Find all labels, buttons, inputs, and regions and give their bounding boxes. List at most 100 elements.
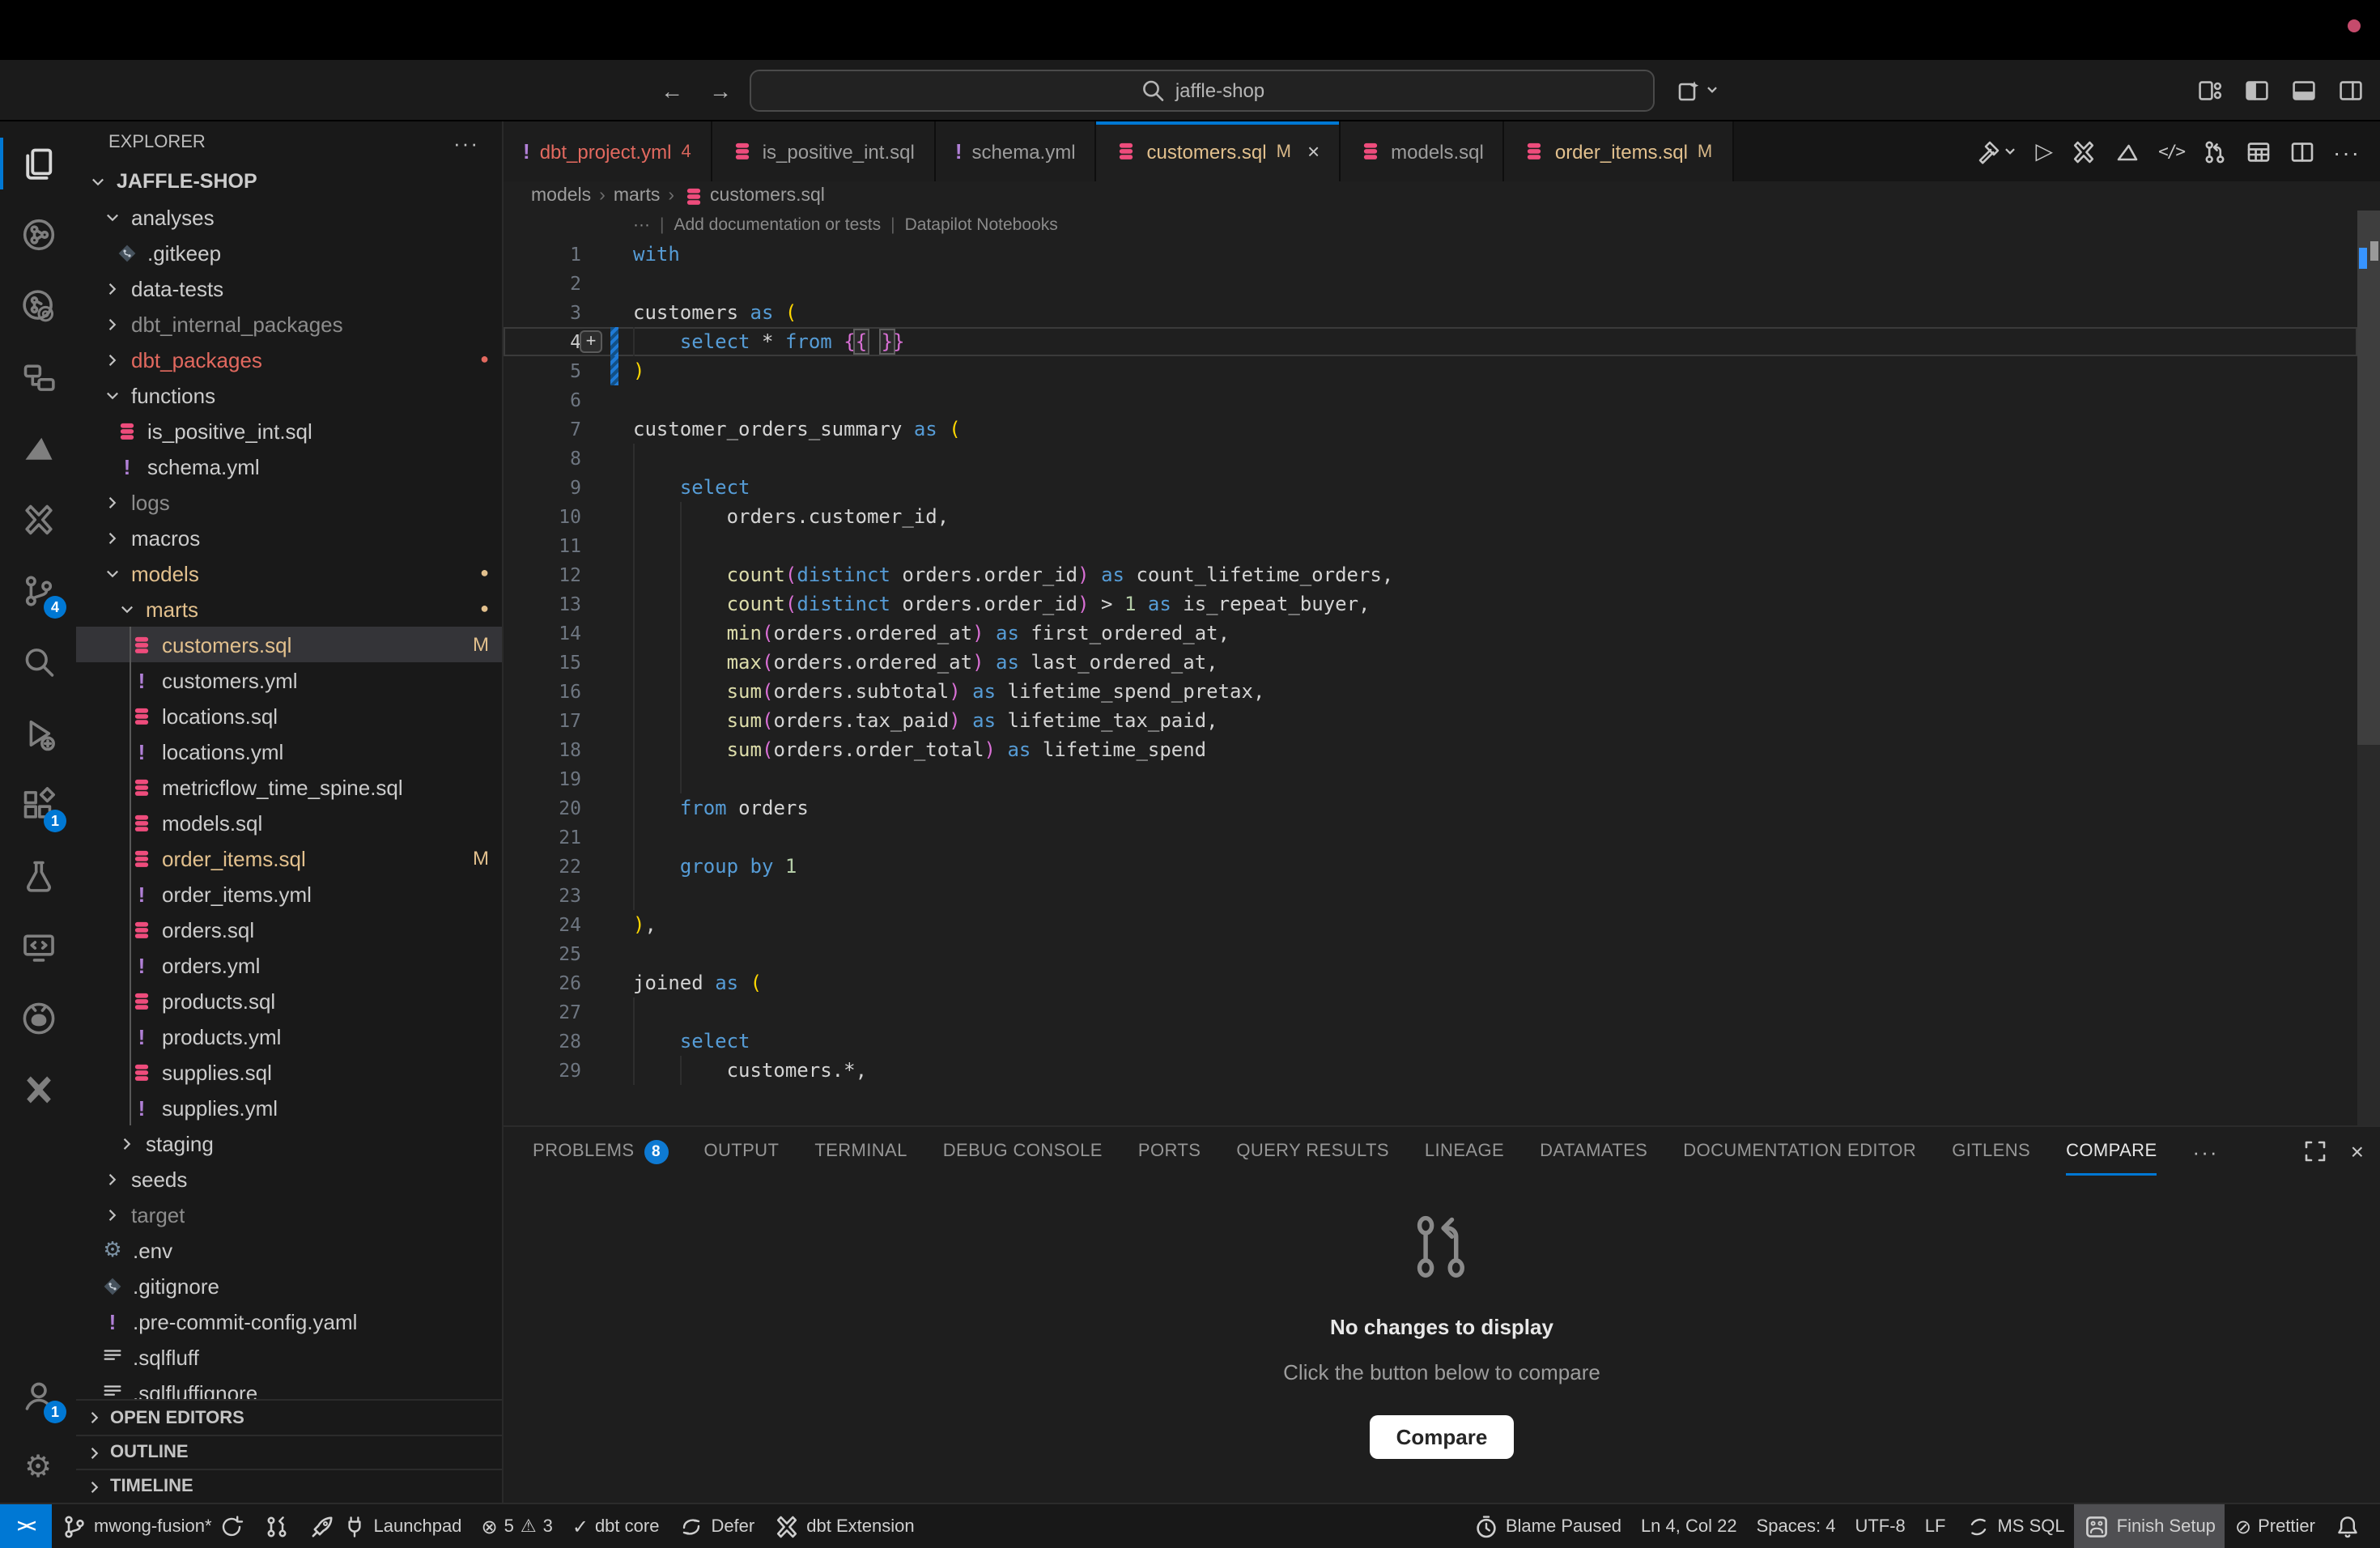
code-line[interactable]: 5) — [504, 356, 2357, 385]
status-git-branch[interactable]: mwong-fusion* — [52, 1504, 254, 1548]
code-line[interactable]: 18 sum(orders.order_total) as lifetime_s… — [504, 735, 2357, 764]
tree-item-data-tests[interactable]: data-tests — [76, 270, 502, 306]
close-icon[interactable]: × — [1307, 139, 1320, 164]
tree-item-is_positive_int.sql[interactable]: is_positive_int.sql — [76, 413, 502, 449]
tree-item-order_items.sql[interactable]: order_items.sqlM — [76, 840, 502, 876]
tree-item-locations.yml[interactable]: !locations.yml — [76, 734, 502, 769]
tree-item-target[interactable]: target — [76, 1197, 502, 1232]
codelens-link[interactable]: Datapilot Notebooks — [905, 211, 1058, 240]
tree-item-macros[interactable]: macros — [76, 520, 502, 555]
tree-item-supplies.yml[interactable]: !supplies.yml — [76, 1090, 502, 1125]
panel-tab-output[interactable]: OUTPUT — [703, 1127, 779, 1176]
codelens-link[interactable]: ··· — [633, 211, 650, 240]
history-back-button[interactable]: ← — [661, 77, 683, 103]
code-line[interactable]: 10 orders.customer_id, — [504, 502, 2357, 531]
code-line[interactable]: 17 sum(orders.tax_paid) as lifetime_tax_… — [504, 706, 2357, 735]
tree-item-products.yml[interactable]: !products.yml — [76, 1019, 502, 1054]
tree-item-supplies.sql[interactable]: supplies.sql — [76, 1054, 502, 1090]
tree-item-seeds[interactable]: seeds — [76, 1161, 502, 1197]
tab-customers.sql[interactable]: customers.sqlM× — [1097, 121, 1341, 181]
code-line[interactable]: 15 max(orders.ordered_at) as last_ordere… — [504, 648, 2357, 677]
status-defer[interactable]: Defer — [669, 1504, 764, 1548]
toggle-panel-bottom-icon[interactable] — [2291, 77, 2317, 103]
tree-item-.pre-commit-config.yaml[interactable]: !.pre-commit-config.yaml — [76, 1303, 502, 1339]
code-line[interactable]: 12 count(distinct orders.order_id) as co… — [504, 560, 2357, 589]
code-line[interactable]: 28 select — [504, 1027, 2357, 1056]
tree-item-order_items.yml[interactable]: !order_items.yml — [76, 876, 502, 912]
tree-item-staging[interactable]: staging — [76, 1125, 502, 1161]
tab-models.sql[interactable]: models.sql — [1341, 121, 1505, 181]
tree-item-.env[interactable]: ⚙.env — [76, 1232, 502, 1268]
toggle-panel-left-icon[interactable] — [2244, 77, 2270, 103]
panel-tab-compare[interactable]: COMPARE — [2066, 1127, 2157, 1176]
tree-item-metricflow_time_spine.sql[interactable]: metricflow_time_spine.sql — [76, 769, 502, 805]
status-cursor-position[interactable]: Ln 4, Col 22 — [1631, 1504, 1747, 1548]
code-line[interactable]: 6 — [504, 385, 2357, 415]
section-open-editors[interactable]: OPEN EDITORS — [76, 1401, 502, 1435]
tree-item-logs[interactable]: logs — [76, 484, 502, 520]
status-prettier[interactable]: ⊘Prettier — [2225, 1504, 2325, 1548]
action-dbt-power-user-action[interactable] — [2071, 138, 2097, 164]
remote-indicator[interactable]: >< — [0, 1504, 52, 1548]
breadcrumb-item-models[interactable]: models — [531, 186, 591, 206]
action-split-editor[interactable] — [2289, 138, 2315, 164]
tree-item-JAFFLE-SHOP[interactable]: JAFFLE-SHOP — [76, 164, 502, 199]
panel-tab-documentation-editor[interactable]: DOCUMENTATION EDITOR — [1683, 1127, 1916, 1176]
codelens-link[interactable]: Add documentation or tests — [674, 211, 881, 240]
panel-tab-debug-console[interactable]: DEBUG CONSOLE — [943, 1127, 1103, 1176]
activity-item-dbt-power-user[interactable] — [0, 484, 76, 555]
tree-item-models.sql[interactable]: models.sql — [76, 805, 502, 840]
tab-schema.yml[interactable]: !schema.yml — [936, 121, 1097, 181]
action-pull-request[interactable] — [2202, 138, 2228, 164]
status-encoding[interactable]: UTF-8 — [1845, 1504, 1915, 1548]
panel-tab-terminal[interactable]: TERMINAL — [814, 1127, 907, 1176]
tree-item-.gitkeep[interactable]: .gitkeep — [76, 235, 502, 270]
section-timeline[interactable]: TIMELINE — [76, 1469, 502, 1503]
editor-scrollbar[interactable] — [2357, 211, 2380, 1125]
tree-item-.sqlfluff[interactable]: .sqlfluff — [76, 1339, 502, 1375]
status-finish-setup[interactable]: Finish Setup — [2075, 1504, 2225, 1548]
panel-tab-ports[interactable]: PORTS — [1138, 1127, 1201, 1176]
code-line[interactable]: 2 — [504, 269, 2357, 298]
status-launchpad[interactable]: Launchpad — [300, 1504, 472, 1548]
breadcrumb-item-marts[interactable]: marts — [614, 186, 661, 206]
open-remote-window-button[interactable] — [1676, 77, 1719, 103]
history-forward-button[interactable]: → — [709, 77, 732, 103]
activity-item-explorer[interactable] — [0, 128, 76, 199]
code-line[interactable]: 11 — [504, 531, 2357, 560]
panel-tab-lineage[interactable]: LINEAGE — [1425, 1127, 1504, 1176]
tree-item-functions[interactable]: functions — [76, 377, 502, 413]
tree-item-.gitignore[interactable]: .gitignore — [76, 1268, 502, 1303]
tab-order_items.sql[interactable]: order_items.sqlM — [1505, 121, 1733, 181]
action-compiled-code[interactable]: </> — [2158, 142, 2184, 161]
command-center-search[interactable]: jaffle-shop — [750, 70, 1655, 112]
activity-item-datapilot[interactable] — [0, 413, 76, 484]
panel-tab-query-results[interactable]: QUERY RESULTS — [1236, 1127, 1389, 1176]
breadcrumb-item-customers.sql[interactable]: customers.sql — [682, 185, 825, 206]
activity-item-dbt[interactable] — [0, 1054, 76, 1125]
code-line[interactable]: 23 — [504, 881, 2357, 910]
code-line[interactable]: 4+ select * from {{ }} — [504, 327, 2357, 356]
section-outline[interactable]: OUTLINE — [76, 1435, 502, 1469]
toggle-customize-layout-icon[interactable] — [2197, 77, 2223, 103]
activity-item-search[interactable] — [0, 627, 76, 698]
action-query-results[interactable] — [2246, 138, 2272, 164]
status-notifications[interactable] — [2325, 1504, 2370, 1548]
tab-is_positive_int.sql[interactable]: is_positive_int.sql — [712, 121, 936, 181]
activity-item-extensions[interactable]: 1 — [0, 769, 76, 840]
status-dbt-core[interactable]: ✓dbt core — [563, 1504, 669, 1548]
tree-item-orders.sql[interactable]: orders.sql — [76, 912, 502, 947]
status-indentation[interactable]: Spaces: 4 — [1747, 1504, 1846, 1548]
activity-item-testing[interactable] — [0, 840, 76, 912]
action-datapilot-action[interactable] — [2114, 138, 2140, 164]
code-line[interactable]: 21 — [504, 823, 2357, 852]
action-dbt-build[interactable] — [1976, 138, 2018, 164]
activity-item-run-and-debug[interactable] — [0, 698, 76, 769]
code-line[interactable]: 26joined as ( — [504, 968, 2357, 997]
status-blame[interactable]: Blame Paused — [1464, 1504, 1631, 1548]
activity-item-github[interactable] — [0, 983, 76, 1054]
code-line[interactable]: 25 — [504, 939, 2357, 968]
status-problems[interactable]: ⊗5⚠3 — [471, 1504, 562, 1548]
tree-item-models[interactable]: models● — [76, 555, 502, 591]
maximize-panel-icon[interactable] — [2302, 1138, 2328, 1164]
